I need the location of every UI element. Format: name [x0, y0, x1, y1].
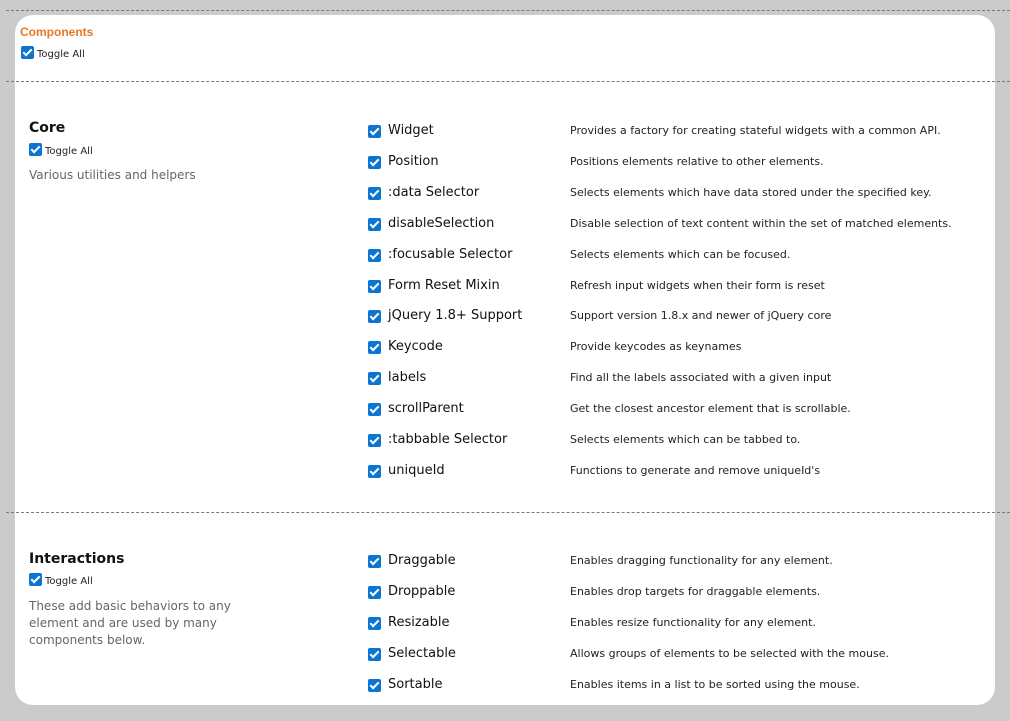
- toggle-all-label[interactable]: Toggle All: [37, 49, 85, 60]
- checkbox-checked-icon[interactable]: [368, 648, 381, 661]
- component-row[interactable]: Resizable Enables resize functionality fo…: [368, 614, 968, 634]
- component-name[interactable]: Sortable: [388, 677, 442, 692]
- component-name[interactable]: Widget: [388, 123, 434, 138]
- component-description: Provide keycodes as keynames: [570, 340, 742, 354]
- checkbox-checked-icon[interactable]: [368, 125, 381, 138]
- component-row[interactable]: Widget Provides a factory for creating st…: [368, 122, 968, 142]
- core-title: Core: [29, 120, 66, 136]
- checkbox-checked-icon[interactable]: [368, 155, 381, 169]
- checkbox-checked-icon[interactable]: [368, 310, 381, 324]
- components-title: Components: [20, 25, 94, 39]
- component-row[interactable]: jQuery 1.8+ Support Support version 1.8.x…: [368, 307, 968, 327]
- toggle-all-label[interactable]: Toggle All: [45, 146, 93, 157]
- divider: [6, 81, 1010, 82]
- checkbox-checked-icon[interactable]: [368, 186, 381, 200]
- component-name[interactable]: :data Selector: [388, 185, 479, 200]
- component-description: Enables dragging functionality for any e…: [570, 554, 833, 567]
- interactions-description: These add basic behaviors to any element…: [29, 599, 231, 647]
- checkbox-checked-icon[interactable]: [29, 143, 42, 156]
- component-name[interactable]: Position: [388, 154, 439, 169]
- component-description: Enables drop targets for draggable eleme…: [570, 585, 821, 598]
- page: Components Toggle All Core Toggle All Va…: [0, 0, 1010, 721]
- component-description: Provides a factory for creating stateful…: [570, 124, 941, 137]
- checkbox-checked-icon[interactable]: [368, 341, 381, 355]
- checkbox-checked-icon[interactable]: [368, 555, 381, 568]
- component-row[interactable]: disableSelection Disable selection of tex…: [368, 215, 968, 235]
- component-name[interactable]: Selectable: [388, 646, 456, 661]
- component-name[interactable]: labels: [388, 370, 426, 385]
- checkbox-checked-icon[interactable]: [368, 617, 381, 630]
- component-name[interactable]: Keycode: [388, 339, 443, 354]
- component-name[interactable]: Resizable: [388, 615, 449, 630]
- toggle-all-label[interactable]: Toggle All: [45, 576, 93, 587]
- components-toggle-all[interactable]: Toggle All: [21, 45, 85, 60]
- component-row[interactable]: Sortable Enables items in a list to be so…: [368, 676, 968, 696]
- component-description: Positions elements relative to other ele…: [570, 154, 824, 168]
- component-row[interactable]: Draggable Enables dragging functionality …: [368, 552, 968, 572]
- component-row[interactable]: :tabbable Selector Selects elements which…: [368, 431, 968, 451]
- component-name[interactable]: :focusable Selector: [388, 247, 512, 262]
- component-description: Support version 1.8.x and newer of jQuer…: [570, 309, 832, 323]
- component-name[interactable]: :tabbable Selector: [388, 432, 507, 447]
- component-description: Selects elements which can be focused.: [570, 247, 791, 261]
- checkbox-checked-icon[interactable]: [368, 279, 381, 293]
- divider: [6, 512, 1010, 513]
- component-row[interactable]: Position Positions elements relative to o…: [368, 153, 968, 173]
- component-name[interactable]: Form Reset Mixin: [388, 278, 500, 293]
- component-description: Disable selection of text content within…: [570, 216, 952, 230]
- divider: [6, 10, 1010, 11]
- component-name[interactable]: Droppable: [388, 584, 455, 599]
- checkbox-checked-icon[interactable]: [368, 372, 381, 386]
- component-row[interactable]: :data Selector Selects elements which hav…: [368, 184, 968, 204]
- checkbox-checked-icon[interactable]: [21, 46, 34, 59]
- component-description: Refresh input widgets when their form is…: [570, 278, 825, 292]
- component-description: Enables items in a list to be sorted usi…: [570, 678, 860, 691]
- component-row[interactable]: :focusable Selector Selects elements whic…: [368, 246, 968, 266]
- checkbox-checked-icon[interactable]: [368, 434, 381, 447]
- component-name[interactable]: uniqueId: [388, 463, 445, 478]
- checkbox-checked-icon[interactable]: [368, 217, 381, 231]
- component-row[interactable]: Form Reset Mixin Refresh input widgets wh…: [368, 277, 968, 297]
- component-name[interactable]: Draggable: [388, 553, 456, 568]
- component-description: Get the closest ancestor element that is…: [570, 402, 851, 416]
- interactions-toggle-all[interactable]: Toggle All: [29, 572, 93, 587]
- component-name[interactable]: disableSelection: [388, 216, 494, 231]
- checkbox-checked-icon[interactable]: [368, 679, 381, 692]
- component-description: Allows groups of elements to be selected…: [570, 647, 889, 660]
- component-description: Selects elements which have data stored …: [570, 185, 932, 199]
- checkbox-checked-icon[interactable]: [368, 403, 381, 417]
- component-row[interactable]: Selectable Allows groups of elements to b…: [368, 645, 968, 665]
- component-description: Selects elements which can be tabbed to.: [570, 433, 801, 446]
- component-row[interactable]: scrollParent Get the closest ancestor ele…: [368, 400, 968, 420]
- checkbox-checked-icon[interactable]: [29, 573, 42, 586]
- checkbox-checked-icon[interactable]: [368, 464, 381, 478]
- component-row[interactable]: labels Find all the labels associated wit…: [368, 369, 968, 389]
- core-description: Various utilities and helpers: [29, 168, 196, 182]
- component-name[interactable]: scrollParent: [388, 401, 464, 416]
- component-description: Enables resize functionality for any ele…: [570, 616, 816, 629]
- component-row[interactable]: Droppable Enables drop targets for dragga…: [368, 583, 968, 603]
- checkbox-checked-icon[interactable]: [368, 248, 381, 262]
- component-description: Functions to generate and remove uniqueI…: [570, 463, 821, 477]
- component-row[interactable]: Keycode Provide keycodes as keynames: [368, 338, 968, 358]
- core-toggle-all[interactable]: Toggle All: [29, 142, 93, 157]
- component-row[interactable]: uniqueId Functions to generate and remove…: [368, 462, 968, 482]
- component-description: Find all the labels associated with a gi…: [570, 371, 832, 385]
- interactions-title: Interactions: [29, 551, 125, 567]
- checkbox-checked-icon[interactable]: [368, 586, 381, 599]
- component-name[interactable]: jQuery 1.8+ Support: [388, 308, 522, 323]
